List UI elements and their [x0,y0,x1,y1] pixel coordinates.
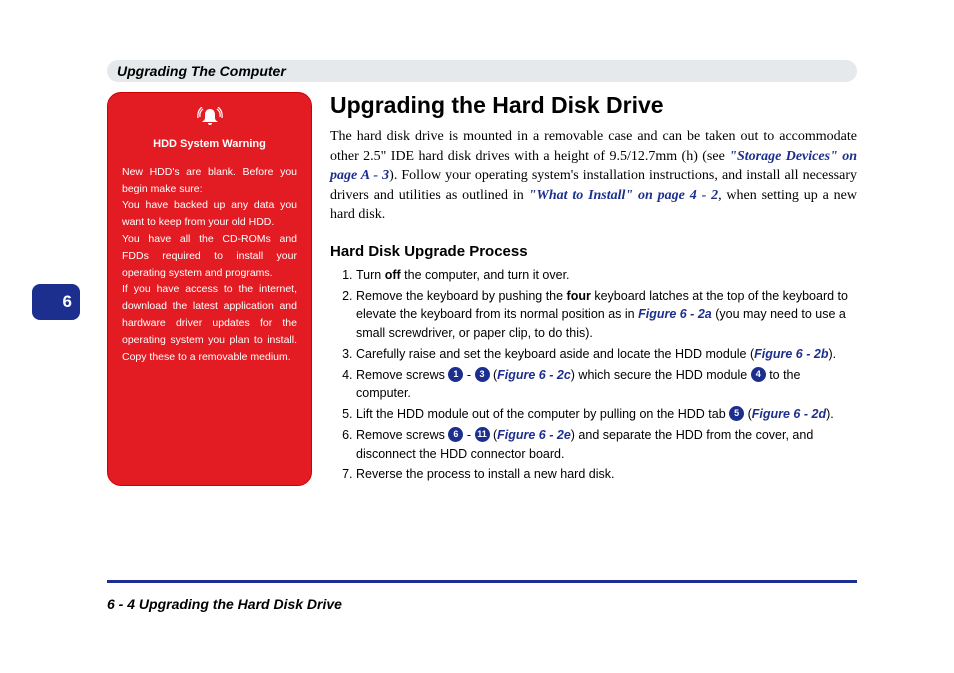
callout-number-icon: 5 [729,406,744,421]
section-header: Upgrading The Computer [107,60,857,82]
step-text: ( [744,407,752,421]
step-item: Remove the keyboard by pushing the four … [356,287,857,343]
callout-number-icon: 4 [751,367,766,382]
figure-ref-6-2a[interactable]: Figure 6 - 2a [638,307,712,321]
step-item: Remove screws 1 - 3 (Figure 6 - 2c) whic… [356,366,857,404]
callout-number-icon: 6 [448,427,463,442]
section-header-text: Upgrading The Computer [117,63,286,79]
step-item: Carefully raise and set the keyboard asi… [356,345,857,364]
callout-number-icon: 11 [475,427,490,442]
figure-ref-6-2b[interactable]: Figure 6 - 2b [754,347,828,361]
figure-ref-6-2c[interactable]: Figure 6 - 2c [497,368,571,382]
step-text: ). [826,407,834,421]
warning-callout: HDD System Warning New HDD's are blank. … [107,92,312,486]
step-text: Remove screws [356,368,448,382]
intro-paragraph: The hard disk drive is mounted in a remo… [330,127,857,225]
page-footer: 6 - 4 Upgrading the Hard Disk Drive [107,596,342,612]
step-item: Remove screws 6 - 11 (Figure 6 - 2e) and… [356,426,857,464]
chapter-tab: 6 [32,284,80,320]
callout-number-icon: 3 [475,367,490,382]
step-text: - [463,368,474,382]
figure-ref-6-2e[interactable]: Figure 6 - 2e [497,428,571,442]
step-text: ). [828,347,836,361]
step-bold: four [567,289,591,303]
what-to-install-link[interactable]: "What to Install" on page 4 - 2 [529,188,718,203]
page: 6 Upgrading The Computer HDD System Warn… [0,60,864,633]
warning-title: HDD System Warning [122,137,297,152]
step-text: ( [490,428,498,442]
step-text: Remove the keyboard by pushing the [356,289,567,303]
step-item: Turn off the computer, and turn it over. [356,266,857,285]
step-text: Lift the HDD module out of the computer … [356,407,729,421]
step-text: Turn [356,268,385,282]
step-item: Reverse the process to install a new har… [356,465,857,484]
figure-ref-6-2d[interactable]: Figure 6 - 2d [752,407,826,421]
page-title: Upgrading the Hard Disk Drive [330,92,857,119]
subheading: Hard Disk Upgrade Process [330,243,857,260]
main-column: Upgrading the Hard Disk Drive The hard d… [330,92,857,486]
steps-list: Turn off the computer, and turn it over.… [330,266,857,484]
step-text: ( [490,368,498,382]
step-text: the computer, and turn it over. [401,268,570,282]
warning-body: New HDD's are blank. Before you begin ma… [122,164,297,366]
warning-bell-icon [122,107,297,133]
footer-divider [107,580,857,583]
step-text: Remove screws [356,428,448,442]
chapter-number: 6 [63,292,72,312]
step-text: Carefully raise and set the keyboard asi… [356,347,754,361]
callout-number-icon: 1 [448,367,463,382]
content-row: HDD System Warning New HDD's are blank. … [107,92,857,486]
step-text: Reverse the process to install a new har… [356,467,614,481]
step-text: - [463,428,474,442]
step-text: ) which secure the HDD module [571,368,751,382]
step-bold: off [385,268,401,282]
step-item: Lift the HDD module out of the computer … [356,405,857,424]
